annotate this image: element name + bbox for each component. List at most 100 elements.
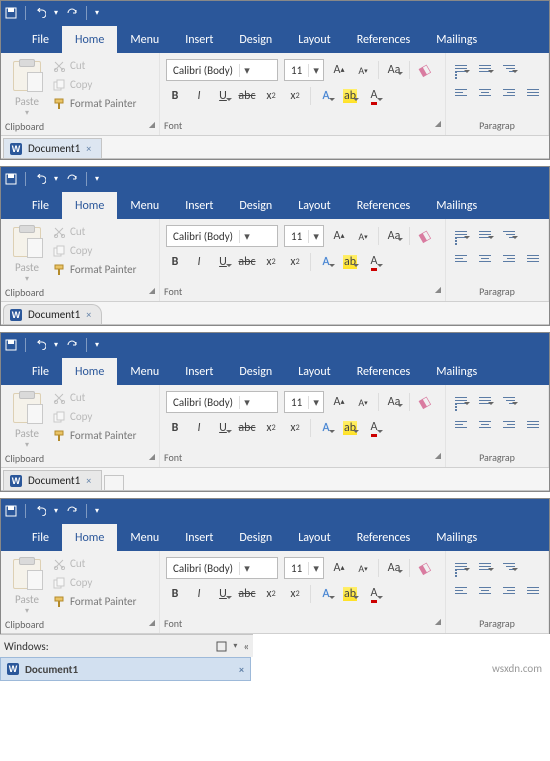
bullets-button[interactable] <box>452 391 470 409</box>
format-painter-button[interactable]: Format Painter <box>53 263 136 276</box>
tab-home[interactable]: Home <box>62 26 117 53</box>
grow-font-button[interactable]: A▴ <box>330 227 348 245</box>
save-icon[interactable] <box>5 173 17 185</box>
clipboard-launcher-icon[interactable]: ◢ <box>149 120 155 133</box>
subscript-button[interactable]: x2 <box>262 585 280 603</box>
tab-menu[interactable]: Menu <box>117 358 172 385</box>
bullets-button[interactable] <box>452 557 470 575</box>
tab-menu[interactable]: Menu <box>117 26 172 53</box>
align-right-button[interactable] <box>500 83 518 101</box>
bold-button[interactable]: B <box>166 585 184 603</box>
font-size-combo[interactable]: 11▾ <box>284 225 324 247</box>
collapse-icon[interactable]: « <box>243 640 249 653</box>
highlight-button[interactable]: ab <box>341 87 359 105</box>
text-effects-button[interactable]: A <box>317 585 335 603</box>
redo-icon[interactable] <box>66 8 78 18</box>
close-doc-icon[interactable]: × <box>239 663 244 676</box>
tab-menu[interactable]: Menu <box>117 524 172 551</box>
tab-layout[interactable]: Layout <box>285 524 344 551</box>
tab-file[interactable]: File <box>19 192 62 219</box>
document-tab[interactable]: WDocument1× <box>3 470 102 490</box>
font-color-button[interactable]: A <box>365 585 383 603</box>
tab-references[interactable]: References <box>344 358 424 385</box>
change-case-button[interactable]: Aa <box>385 61 403 79</box>
tab-file[interactable]: File <box>19 26 62 53</box>
justify-button[interactable] <box>524 415 542 433</box>
undo-icon[interactable] <box>34 8 46 18</box>
strike-button[interactable]: abc <box>238 419 256 437</box>
multilevel-button[interactable] <box>500 557 518 575</box>
shrink-font-button[interactable]: A▾ <box>354 393 372 411</box>
save-icon[interactable] <box>5 339 17 351</box>
shrink-font-button[interactable]: A▾ <box>354 227 372 245</box>
bullets-button[interactable] <box>452 225 470 243</box>
copy-button[interactable]: Copy <box>53 410 136 423</box>
save-icon[interactable] <box>5 7 17 19</box>
font-color-button[interactable]: A <box>365 253 383 271</box>
paste-button[interactable]: Paste▾ <box>7 391 47 450</box>
multilevel-button[interactable] <box>500 59 518 77</box>
underline-button[interactable]: U <box>214 585 232 603</box>
chevron-down-icon[interactable]: ▾ <box>308 64 323 77</box>
cut-button[interactable]: Cut <box>53 59 136 72</box>
font-size-combo[interactable]: 11▾ <box>284 391 324 413</box>
tab-mailings[interactable]: Mailings <box>423 26 490 53</box>
change-case-button[interactable]: Aa <box>385 227 403 245</box>
text-effects-button[interactable]: A <box>317 253 335 271</box>
shrink-font-button[interactable]: A▾ <box>354 559 372 577</box>
redo-icon[interactable] <box>66 506 78 516</box>
format-painter-button[interactable]: Format Painter <box>53 595 136 608</box>
strike-button[interactable]: abc <box>238 253 256 271</box>
clear-format-button[interactable]: ◧ <box>416 393 434 411</box>
font-name-combo[interactable]: Calibri (Body)▾ <box>166 59 278 81</box>
undo-dropdown-icon[interactable]: ▾ <box>54 8 58 18</box>
highlight-button[interactable]: ab <box>341 253 359 271</box>
clear-format-button[interactable]: ◧ <box>416 227 434 245</box>
bold-button[interactable]: B <box>166 419 184 437</box>
copy-button[interactable]: Copy <box>53 244 136 257</box>
subscript-button[interactable]: x2 <box>262 419 280 437</box>
copy-button[interactable]: Copy <box>53 576 136 589</box>
paste-dropdown-icon[interactable]: ▾ <box>25 108 29 118</box>
paste-button[interactable]: Paste ▾ <box>7 59 47 118</box>
grow-font-button[interactable]: A▴ <box>330 61 348 79</box>
strike-button[interactable]: abc <box>238 87 256 105</box>
numbering-button[interactable] <box>476 225 494 243</box>
tab-home[interactable]: Home <box>62 192 117 219</box>
undo-dropdown-icon[interactable]: ▾ <box>54 174 58 184</box>
close-tab-icon[interactable]: × <box>86 142 91 155</box>
tab-insert[interactable]: Insert <box>172 524 226 551</box>
numbering-button[interactable] <box>476 391 494 409</box>
tab-home[interactable]: Home <box>62 358 117 385</box>
tab-mailings[interactable]: Mailings <box>423 358 490 385</box>
underline-button[interactable]: U <box>214 87 232 105</box>
tab-references[interactable]: References <box>344 192 424 219</box>
tab-design[interactable]: Design <box>226 358 285 385</box>
align-right-button[interactable] <box>500 249 518 267</box>
bullets-button[interactable] <box>452 59 470 77</box>
align-right-button[interactable] <box>500 415 518 433</box>
align-left-button[interactable] <box>452 83 470 101</box>
paste-dropdown-icon[interactable]: ▾ <box>25 274 29 284</box>
new-tab-button[interactable] <box>104 475 124 490</box>
font-name-combo[interactable]: Calibri (Body)▾ <box>166 225 278 247</box>
align-right-button[interactable] <box>500 581 518 599</box>
font-size-combo[interactable]: 11▾ <box>284 59 324 81</box>
bold-button[interactable]: B <box>166 253 184 271</box>
align-left-button[interactable] <box>452 415 470 433</box>
undo-icon[interactable] <box>34 506 46 516</box>
align-center-button[interactable] <box>476 83 494 101</box>
document-tab[interactable]: W Document1 × <box>3 138 102 158</box>
superscript-button[interactable]: x2 <box>286 585 304 603</box>
text-effects-button[interactable]: A <box>317 419 335 437</box>
numbering-button[interactable] <box>476 59 494 77</box>
document-tab[interactable]: WDocument1× <box>3 304 102 324</box>
shrink-font-button[interactable]: A▾ <box>354 61 372 79</box>
qat-customize-icon[interactable]: ▾ <box>95 174 99 184</box>
subscript-button[interactable]: x2 <box>262 87 280 105</box>
highlight-button[interactable]: ab <box>341 585 359 603</box>
tab-insert[interactable]: Insert <box>172 26 226 53</box>
tab-file[interactable]: File <box>19 358 62 385</box>
tab-menu[interactable]: Menu <box>117 192 172 219</box>
tab-layout[interactable]: Layout <box>285 358 344 385</box>
